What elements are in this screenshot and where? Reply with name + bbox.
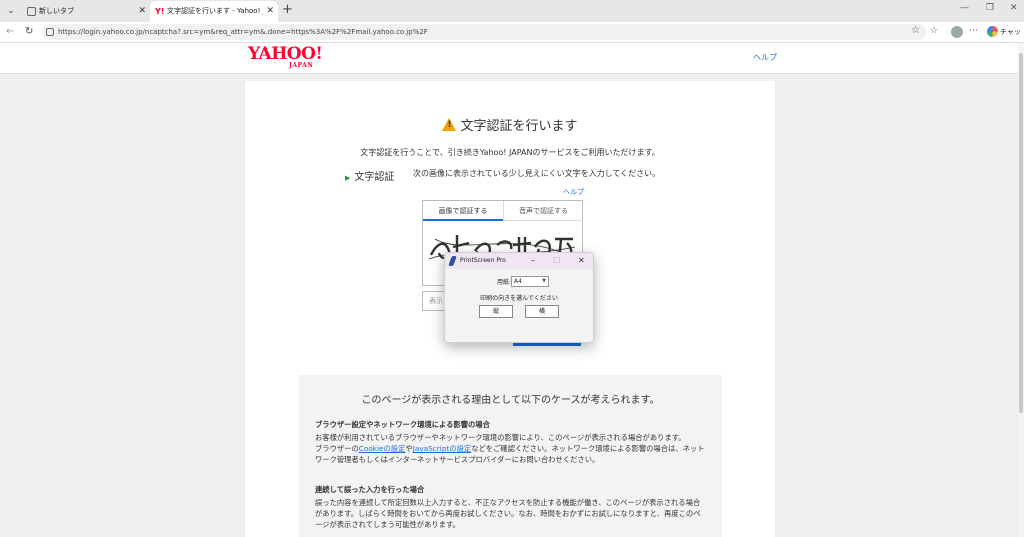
triangle-right-icon: ▶ (345, 174, 351, 182)
header-help-link[interactable]: ヘルプ (753, 52, 777, 63)
dialog-minimize-icon[interactable]: – (531, 253, 535, 269)
url-field[interactable]: https://login.yahoo.co.jp/ncaptcha?.src=… (42, 24, 926, 40)
new-tab-button[interactable]: + (282, 3, 293, 17)
page-title-text: 文字認証を行います (460, 119, 578, 134)
page-scrollbar[interactable] (1018, 43, 1024, 537)
tab-audio-auth[interactable]: 音声で認証する (503, 201, 583, 221)
tab-actions-chevron-icon[interactable]: ⌄ (4, 4, 18, 18)
portrait-button[interactable]: 縦 (479, 305, 513, 318)
more-menu-icon[interactable]: ⋯ (969, 26, 978, 36)
page-title: ! 文字認証を行います (245, 115, 775, 134)
reason-heading-browser: ブラウザー設定やネットワーク環境による影響の場合 (315, 420, 490, 429)
reasons-title: このページが表示される理由として以下のケースが考えられます。 (361, 395, 660, 406)
reason-text-part: お客様が利用されているブラウザーやネットワーク環境の影響により、このページが表示… (315, 433, 686, 442)
reason-text-part: ブラウザーの (315, 444, 359, 454)
cookie-settings-link[interactable]: Cookieの設定 (359, 444, 406, 453)
back-icon[interactable]: ← (6, 25, 14, 39)
submit-button[interactable] (513, 343, 581, 346)
printscreen-app-icon (448, 256, 457, 266)
site-info-icon[interactable] (46, 28, 54, 36)
chevron-down-icon: ▼ (542, 278, 546, 284)
tab-yahoo-captcha[interactable]: Y! 文字認証を行います - Yahoo! JAPAN ✕ (150, 1, 278, 22)
orientation-prompt: 印刷の向きを選んでください (480, 295, 558, 302)
restore-icon[interactable]: ❐ (986, 3, 994, 13)
paper-size-select[interactable]: A4 ▼ (511, 276, 549, 287)
url-text: https://login.yahoo.co.jp/ncaptcha?.src=… (58, 28, 428, 36)
dialog-title: PrintScreen Pro (460, 257, 506, 264)
tab-new-tab[interactable]: 新しいタブ ✕ (22, 1, 150, 22)
reason-text-part: や (405, 444, 413, 454)
dialog-close-icon[interactable]: ✕ (578, 253, 585, 269)
favorites-icon[interactable]: ☆ (930, 26, 938, 36)
tab-bar: ⌄ 新しいタブ ✕ Y! 文字認証を行います - Yahoo! JAPAN ✕ … (0, 0, 1024, 22)
section-heading: ▶ 文字認証 (345, 168, 394, 183)
printscreen-dialog: PrintScreen Pro – ☐ ✕ 用紙: A4 ▼ 印刷の向きを選んで… (444, 252, 594, 343)
paper-label: 用紙: (497, 279, 512, 286)
minimize-icon[interactable]: — (960, 3, 969, 13)
tab-close-icon[interactable]: ✕ (266, 1, 274, 22)
dialog-maximize-icon: ☐ (553, 256, 561, 265)
javascript-settings-link[interactable]: JavaScriptの設定 (413, 444, 471, 453)
reason-text-browser: お客様が利用されているブラウザーやネットワーク環境の影響により、このページが表示… (315, 432, 707, 466)
yahoo-favicon-icon: Y! (155, 7, 165, 16)
tab-label: 文字認証を行います - Yahoo! JAPAN (167, 7, 263, 15)
address-bar: ← ↻ https://login.yahoo.co.jp/ncaptcha?.… (0, 22, 1024, 43)
refresh-icon[interactable]: ↻ (25, 25, 33, 39)
captcha-help-link[interactable]: ヘルプ (563, 187, 584, 197)
reason-heading-repeated: 連続して誤った入力を行った場合 (315, 485, 425, 494)
reason-text-repeated: 誤った内容を連続して所定回数以上入力すると、不正なアクセスを防止する機能が働き、… (315, 498, 701, 530)
tab-close-icon[interactable]: ✕ (138, 1, 146, 22)
section-label: 文字認証 (354, 172, 395, 183)
tab-label: 新しいタブ (39, 7, 74, 15)
close-window-icon[interactable]: ✕ (1010, 3, 1018, 13)
yahoo-japan-logo[interactable]: YAHOO! JAPAN (248, 46, 324, 70)
reasons-panel: このページが表示される理由として以下のケースが考えられます。 ブラウザー設定やネ… (299, 375, 722, 537)
landscape-button[interactable]: 横 (525, 305, 559, 318)
logo-sub-text: JAPAN (289, 62, 314, 69)
scrollbar-thumb[interactable] (1019, 53, 1023, 413)
new-tab-page-icon (27, 7, 36, 16)
logo-main-text: YAHOO! (248, 44, 323, 64)
warning-icon: ! (442, 118, 457, 131)
profile-avatar[interactable] (951, 26, 963, 38)
favorite-star-icon[interactable]: ☆ (911, 25, 920, 36)
dialog-titlebar[interactable]: PrintScreen Pro – ☐ ✕ (445, 253, 593, 269)
paper-size-value: A4 (514, 278, 522, 285)
section-description: 次の画像に表示されている少し見えにくい文字を入力してください。 (413, 169, 661, 178)
copilot-icon[interactable] (987, 26, 998, 37)
tab-image-auth[interactable]: 画像で認証する (423, 201, 503, 221)
site-header: YAHOO! JAPAN ヘルプ (0, 43, 1018, 74)
intro-text: 文字認証を行うことで、引き続きYahoo! JAPANのサービスをご利用いただけ… (360, 148, 660, 157)
